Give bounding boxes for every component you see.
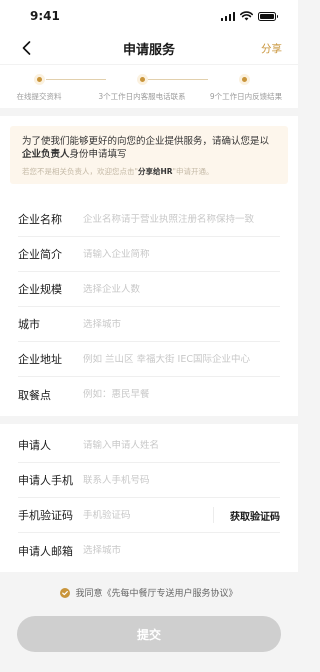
company-intro-input[interactable] [83,248,280,260]
status-icons [220,11,278,21]
notice-box: 为了使我们能够更好的向您的企业提供服务，请确认您是以企业负责人身份申请填写 若您… [10,126,288,184]
form-row-verify-code: 手机验证码 获取验证码 [18,498,280,533]
notice-text: 为了使我们能够更好的向您的企业提供服务，请确认您是以企业负责人身份申请填写 [22,135,276,161]
chevron-left-icon [22,41,31,55]
applicant-name-input[interactable] [83,439,280,451]
field-label: 企业地址 [18,353,62,366]
agreement-checkbox[interactable] [60,587,71,598]
form-row-city: 城市 [18,307,280,342]
notice-sub-part: "申请开通。 [172,167,214,176]
field-label: 企业简介 [18,248,62,261]
company-size-select[interactable] [83,283,280,295]
pickup-point-input[interactable] [83,389,280,400]
applicant-email-input[interactable] [83,545,280,556]
step-label-2: 3个工作日内客服电话联系 [98,92,186,101]
step-label-1: 在线提交资料 [16,92,62,101]
field-label: 城市 [18,318,40,331]
submit-button[interactable]: 提交 [17,616,281,652]
back-button[interactable] [22,41,36,55]
wifi-icon [240,11,253,21]
company-name-input[interactable] [83,213,280,225]
field-label: 取餐点 [18,388,51,402]
field-label: 企业规模 [18,283,62,296]
agreement-text[interactable]: 我同意《先每中餐厅专送用户服务协议》 [75,586,237,599]
address-input[interactable] [83,353,280,365]
form-row-company-name: 企业名称 [18,202,280,237]
field-label: 企业名称 [18,213,62,226]
field-label: 手机验证码 [18,509,73,522]
step-label-3: 9个工作日内反馈结果 [209,92,283,101]
form-row-applicant-phone: 申请人手机 [18,463,280,498]
nav-bar: 申请服务 分享 [0,32,298,64]
city-select[interactable] [83,318,280,330]
page-title: 申请服务 [122,42,175,58]
step-dot [34,74,45,85]
form-row-pickup-point: 取餐点 [18,377,280,412]
signal-icon [220,11,235,21]
notice-text-bold: 企业负责人 [22,149,70,160]
field-label: 申请人手机 [18,474,73,487]
field-label: 申请人邮箱 [18,544,73,558]
notice-section: 为了使我们能够更好的向您的企业提供服务，请确认您是以企业负责人身份申请填写 若您… [0,116,298,194]
status-time: 9:41 [30,9,60,23]
field-label: 申请人 [18,439,51,452]
form-row-applicant-email: 申请人邮箱 [18,533,280,568]
verify-code-input[interactable] [83,509,205,521]
notice-text-part: 身份申请填写 [69,149,127,160]
step-connector [148,79,208,80]
applicant-phone-input[interactable] [83,474,280,486]
check-circle-icon [60,587,71,598]
battery-icon [258,11,278,21]
company-form: 企业名称 企业简介 企业规模 城市 企业地址 取餐点 [0,194,298,416]
get-code-button[interactable]: 获取验证码 [213,507,280,523]
form-row-company-size: 企业规模 [18,272,280,307]
status-bar: 9:41 [0,0,298,32]
notice-subtext: 若您不是相关负责人，欢迎您点击"分享给HR"申请开通。 [22,166,276,177]
share-button[interactable]: 分享 [261,41,282,56]
form-row-applicant: 申请人 [18,428,280,463]
notice-sub-part: 若您不是相关负责人，欢迎您点击" [22,167,138,176]
share-to-hr-link[interactable]: 分享给HR [138,167,173,176]
notice-text-part: 为了使我们能够更好的向您的企业提供服务，请确认您是以 [22,136,270,147]
step-connector [46,79,106,80]
form-row-address: 企业地址 [18,342,280,377]
form-row-company-intro: 企业简介 [18,237,280,272]
step-dot [239,74,250,85]
applicant-form: 申请人 申请人手机 手机验证码 获取验证码 申请人邮箱 [0,424,298,572]
progress-steps: 在线提交资料 3个工作日内客服电话联系 9个工作日内反馈结果 [0,64,298,108]
agreement-row[interactable]: 我同意《先每中餐厅专送用户服务协议》 [0,586,298,599]
step-dot [137,74,148,85]
